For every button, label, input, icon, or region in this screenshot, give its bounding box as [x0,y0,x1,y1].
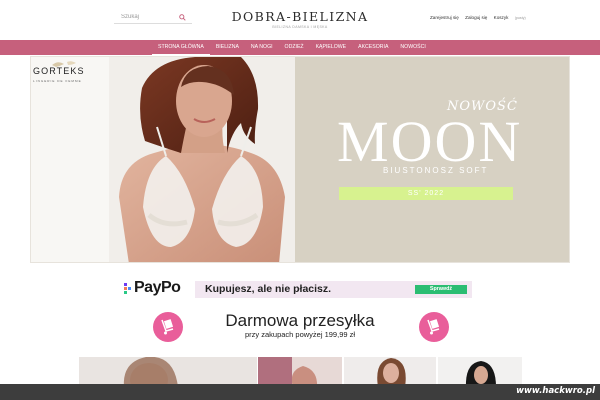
hero-subtitle: BIUSTONOSZ SOFT [383,166,489,175]
shipping-title: Darmowa przesyłka [225,311,375,330]
nav-item-odziez[interactable]: Odzież [279,40,310,55]
shipping-subtitle: przy zakupach powyżej 199,99 zł [244,330,356,339]
hero-title: MOON [337,109,523,174]
hero-season-badge: SS' 2022 [339,187,513,200]
paypo-check-button[interactable]: Sprawdź [415,285,467,294]
shipping-icon-left [153,312,183,342]
cart-label: Koszyk [493,15,509,20]
category-tile-4[interactable] [438,357,522,387]
paypo-bar: Kupujesz, ale nie płacisz. Sprawdź [195,281,472,298]
paypo-logo-icon [124,283,131,294]
hero-left-panel: GORTEKS LINGERIE DE FEMME [31,57,117,262]
nav-item-bielizna[interactable]: Bielizna [210,40,245,55]
nav-item-nowosci[interactable]: Nowości [394,40,431,55]
hand-truck-icon [427,319,440,335]
watermark-text: www.hackwro.pl [516,386,595,396]
search-button[interactable] [176,11,188,23]
nav-item-kapielowe[interactable]: Kąpielowe [310,40,353,55]
nav-item-akcesoria[interactable]: Akcesoria [352,40,394,55]
logo-tagline: BIELIZNA DAMSKA I MĘSKA [272,25,328,29]
paypo-text: Kupujesz, ale nie płacisz. [205,283,332,295]
hero-banner[interactable]: GORTEKS LINGERIE DE FEMME NOWOŚĆ MOON BI… [30,56,570,263]
main-nav: Strona główna Bielizna Na nogi Odzież Ką… [0,40,600,55]
watermark-bar: www.hackwro.pl [0,384,600,400]
cart-count: (pusty) [514,16,526,20]
paypo-banner[interactable]: PayPo Kupujesz, ale nie płacisz. Sprawdź [124,279,472,298]
register-link[interactable]: Zarejestruj się [430,15,459,20]
paypo-wordmark: PayPo [134,279,181,296]
header-links: Zarejestruj się Zaloguj się Koszyk (pust… [430,15,536,20]
brand-name: GORTEKS [33,66,85,76]
model-photo [109,57,295,262]
login-link[interactable]: Zaloguj się [465,15,487,20]
nav-item-na-nogi[interactable]: Na nogi [245,40,279,55]
category-tile-3[interactable] [344,357,436,387]
shipping-icon-right [419,312,449,342]
paypo-logo: PayPo [124,279,190,298]
site-logo[interactable]: DOBRA-BIELIZNA BIELIZNA DAMSKA I MĘSKA [228,9,372,29]
category-tile-1[interactable] [79,357,257,387]
logo-title: DOBRA-BIELIZNA [231,9,369,24]
search-icon [178,13,186,21]
brand-subtitle: LINGERIE DE FEMME [33,79,82,83]
cart-link[interactable]: Koszyk (pusty) [494,15,531,20]
hand-truck-icon [161,319,174,335]
category-tile-2[interactable] [258,357,342,387]
nav-item-home[interactable]: Strona główna [152,40,210,55]
